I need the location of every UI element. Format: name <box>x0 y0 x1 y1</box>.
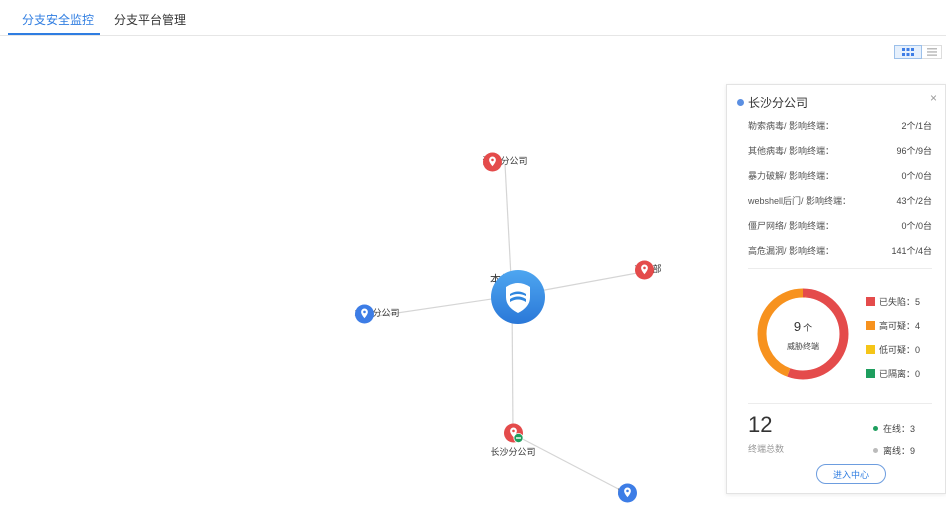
tab-bar: 分支安全监控 分支平台管理 <box>0 0 946 36</box>
enter-center-button[interactable]: 进入中心 <box>816 464 886 484</box>
minus-circle-icon <box>512 433 523 443</box>
terminal-total: 12 <box>748 412 773 437</box>
threat-count-value: 9 <box>793 319 802 334</box>
stat-row-high-risk-vuln: 高危漏洞/ 影响终端： 141个/4台 <box>748 244 932 257</box>
threat-count-unit: 个 <box>803 323 813 333</box>
location-pin-icon <box>618 483 637 503</box>
stat-value: 2个/1台 <box>901 121 932 131</box>
donut-ring <box>757 288 849 380</box>
panel-title: 长沙分公司 <box>737 94 808 111</box>
divider <box>748 268 932 269</box>
node-changsha-label: 长沙分公司 <box>490 447 536 457</box>
online-dot <box>873 426 878 431</box>
stat-row-ransomware: 勒索病毒/ 影响终端： 2个/1台 <box>748 119 932 132</box>
divider <box>748 403 932 404</box>
shield-icon <box>491 270 545 324</box>
offline-value: 9 <box>910 445 916 456</box>
legend-label: 已失陷： <box>879 297 916 307</box>
stat-value: 141个/4台 <box>891 246 932 256</box>
status-dot <box>737 99 744 106</box>
topology-links <box>376 163 649 494</box>
legend-swatch <box>866 345 875 354</box>
stat-label: 僵尸网络/ 影响终端： <box>748 221 835 231</box>
stat-row-webshell: webshell后门/ 影响终端： 43个/2台 <box>748 194 932 207</box>
legend-value: 0 <box>915 368 921 379</box>
terminal-total-caption: 终端总数 <box>748 444 785 454</box>
list-icon <box>926 48 937 56</box>
node-beijing[interactable]: 北京分公司 <box>354 304 400 324</box>
threat-caption: 威胁终端 <box>787 342 819 351</box>
legend-value: 4 <box>915 320 921 331</box>
active-tab-indicator <box>8 33 100 35</box>
stat-label: 其他病毒/ 影响终端： <box>748 146 835 156</box>
legend-label: 低可疑： <box>879 345 916 355</box>
offline-dot <box>873 448 878 453</box>
node-it[interactable]: IT部 <box>618 483 637 503</box>
offline-count: 离线： 9 <box>873 444 915 457</box>
legend-compromised: 已失陷： 5 <box>866 295 920 308</box>
panel-title-text: 长沙分公司 <box>748 96 809 110</box>
tab-branch-platform-management[interactable]: 分支平台管理 <box>114 11 186 28</box>
tab-branch-security-monitor[interactable]: 分支安全监控 <box>22 11 94 28</box>
legend-low-suspicious: 低可疑： 0 <box>866 343 920 356</box>
center-node[interactable]: 本级中心 <box>490 269 545 324</box>
online-value: 3 <box>910 423 916 434</box>
location-pin-icon <box>354 304 374 324</box>
stat-label: webshell后门/ 影响终端： <box>748 196 852 206</box>
legend-label: 高可疑： <box>879 321 916 331</box>
close-icon[interactable]: × <box>930 91 937 105</box>
node-market[interactable]: 市场部 <box>634 260 662 280</box>
location-pin-icon <box>482 152 502 172</box>
stat-value: 0个/0台 <box>901 171 932 181</box>
legend-high-suspicious: 高可疑： 4 <box>866 319 920 332</box>
legend-swatch <box>866 321 875 330</box>
threat-count: 9个 <box>755 319 851 334</box>
branch-detail-panel: 长沙分公司 × 勒索病毒/ 影响终端： 2个/1台 其他病毒/ 影响终端： 96… <box>726 84 946 494</box>
legend-swatch <box>866 369 875 378</box>
stat-row-other-virus: 其他病毒/ 影响终端： 96个/9台 <box>748 144 932 157</box>
list-view-button[interactable] <box>922 45 942 59</box>
legend-isolated: 已隔离： 0 <box>866 367 920 380</box>
stat-label: 暴力破解/ 影响终端： <box>748 171 835 181</box>
stat-row-botnet: 僵尸网络/ 影响终端： 0个/0台 <box>748 219 932 232</box>
threat-donut-chart: 9个 威胁终端 <box>755 286 851 382</box>
online-count: 在线： 3 <box>873 422 915 435</box>
online-label: 在线： <box>883 424 911 434</box>
stat-value: 96个/9台 <box>896 146 932 156</box>
view-toggle <box>894 45 942 59</box>
legend-label: 已隔离： <box>879 369 916 379</box>
grid-view-button[interactable] <box>894 45 922 59</box>
stat-label: 高危漏洞/ 影响终端： <box>748 246 835 256</box>
stat-value: 0个/0台 <box>901 221 932 231</box>
topology-graph: 本级中心 深圳分公司 市场部 北京分公司 <box>0 60 720 516</box>
location-pin-icon <box>634 260 654 280</box>
stat-row-brute-force: 暴力破解/ 影响终端： 0个/0台 <box>748 169 932 182</box>
grid-icon <box>902 48 914 56</box>
stat-value: 43个/2台 <box>896 196 932 206</box>
stat-label: 勒索病毒/ 影响终端： <box>748 121 835 131</box>
legend-swatch <box>866 297 875 306</box>
offline-label: 离线： <box>883 446 911 456</box>
node-shenzhen[interactable]: 深圳分公司 <box>482 152 528 172</box>
legend-value: 0 <box>915 344 921 355</box>
legend-value: 5 <box>915 296 921 307</box>
node-changsha[interactable]: 长沙分公司 <box>490 423 536 458</box>
